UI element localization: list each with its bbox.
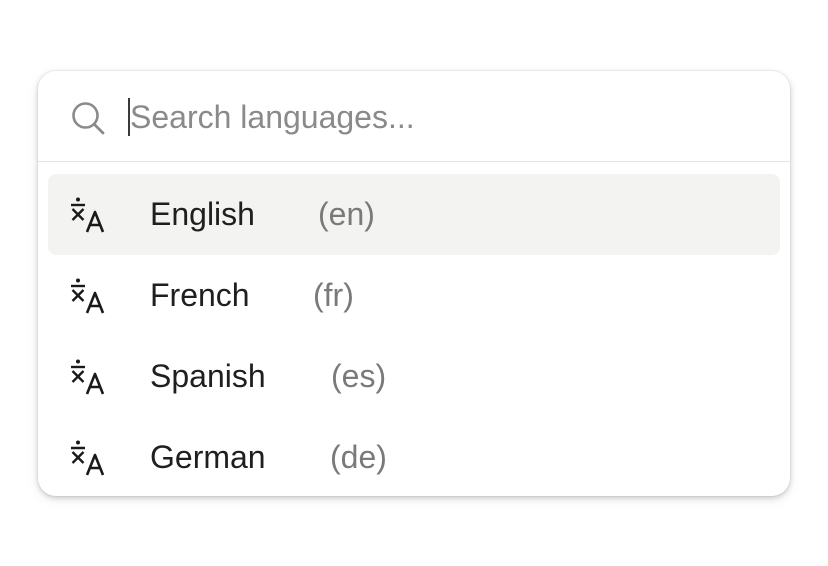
language-option-french[interactable]: French (fr) [48,255,780,336]
language-option-spanish[interactable]: Spanish (es) [48,336,780,417]
language-code: (de) [330,439,387,475]
translate-icon [71,440,105,476]
language-name: Spanish [150,358,266,394]
language-code: (en) [318,196,375,232]
language-code: (es) [331,358,387,394]
page: English (en) French (fr) [0,0,828,566]
language-list: English (en) French (fr) Spanish (es) Ge… [38,174,790,496]
language-code: (fr) [313,277,354,313]
language-picker: English (en) French (fr) [38,71,790,496]
translate-icon [71,197,105,233]
text-caret [128,98,130,136]
language-option-german[interactable]: German (de) [48,417,780,496]
language-option-english[interactable]: English (en) [48,174,780,255]
translate-icon [71,359,105,395]
search-input[interactable] [128,93,750,141]
search-bar [38,71,790,162]
language-name: German [150,439,266,475]
search-icon [72,102,105,135]
language-name: English [150,196,255,232]
language-name: French [150,277,250,313]
translate-icon [71,278,105,314]
